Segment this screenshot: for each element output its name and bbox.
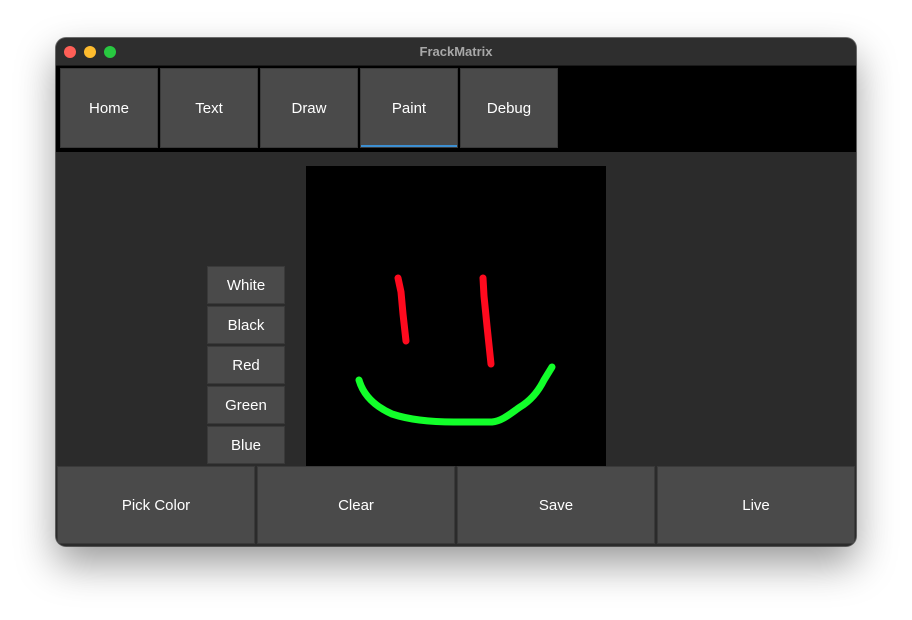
tab-bar: Home Text Draw Paint Debug: [56, 66, 856, 152]
action-bar: Pick Color Clear Save Live: [56, 466, 856, 546]
color-blue-button[interactable]: Blue: [207, 426, 285, 464]
tab-text[interactable]: Text: [160, 68, 258, 148]
paint-panel: White Black Red Green Blue: [56, 152, 856, 466]
tab-draw[interactable]: Draw: [260, 68, 358, 148]
app-window: FrackMatrix Home Text Draw Paint Debug W…: [56, 38, 856, 546]
smile-stroke: [355, 363, 556, 426]
left-eye-stroke: [394, 274, 410, 345]
color-black-button[interactable]: Black: [207, 306, 285, 344]
save-button[interactable]: Save: [457, 466, 655, 544]
color-white-button[interactable]: White: [207, 266, 285, 304]
paint-canvas-drawing: [355, 274, 556, 426]
paint-canvas[interactable]: [306, 166, 606, 466]
pick-color-button[interactable]: Pick Color: [57, 466, 255, 544]
clear-button[interactable]: Clear: [257, 466, 455, 544]
right-eye-stroke: [479, 274, 495, 368]
color-red-button[interactable]: Red: [207, 346, 285, 384]
tab-debug[interactable]: Debug: [460, 68, 558, 148]
window-title: FrackMatrix: [419, 44, 493, 59]
title-bar: FrackMatrix: [56, 38, 856, 66]
color-green-button[interactable]: Green: [207, 386, 285, 424]
live-button[interactable]: Live: [657, 466, 855, 544]
tab-home[interactable]: Home: [60, 68, 158, 148]
tab-paint[interactable]: Paint: [360, 68, 458, 148]
